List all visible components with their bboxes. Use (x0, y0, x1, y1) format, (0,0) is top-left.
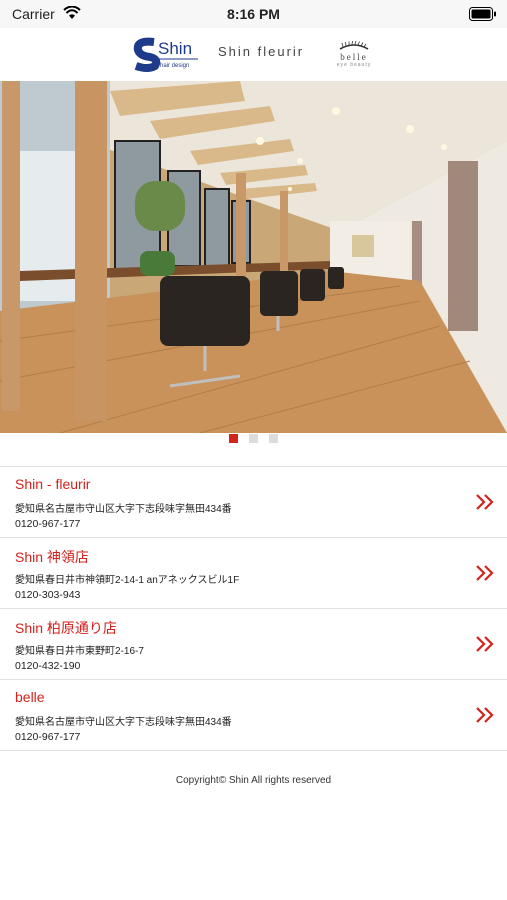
carousel-indicator (0, 434, 507, 444)
carousel-dot-2[interactable] (249, 434, 258, 443)
status-bar: Carrier 8:16 PM (0, 0, 507, 28)
salon-phone: 0120-303-943 (15, 589, 81, 601)
shin-fleurir-logo[interactable]: Shin fleurir (218, 44, 304, 59)
salon-name: belle (15, 689, 45, 705)
shin-logo-text: Shin (158, 39, 192, 58)
salon-list-item[interactable]: Shin 柏原通り店 愛知県春日井市東野町2-16-7 0120-432-190 (0, 608, 507, 679)
double-chevron-right-icon[interactable] (475, 564, 495, 582)
salon-interior-photo[interactable] (0, 81, 507, 433)
battery-icon (469, 7, 497, 26)
salon-name: Shin - fleurir (15, 476, 91, 492)
salon-list-item[interactable]: belle 愛知県名古屋市守山区大字下志段味字無田434番 0120-967-1… (0, 679, 507, 751)
copyright-footer: Copyright© Shin All rights reserved (175, 775, 332, 786)
salon-address: 愛知県春日井市東野町2-16-7 (15, 646, 144, 657)
belle-logo-subtext: eye beauty (336, 62, 372, 68)
salon-list-item[interactable]: Shin 神領店 愛知県春日井市神領町2-14-1 anアネックスビル1F 01… (0, 537, 507, 608)
app-header: Shin hair design Shin fleurir belle eye … (0, 28, 507, 80)
salon-address: 愛知県名古屋市守山区大字下志段味字無田434番 (15, 717, 232, 728)
salon-phone: 0120-967-177 (15, 518, 81, 530)
double-chevron-right-icon[interactable] (475, 635, 495, 653)
salon-list-item[interactable]: Shin - fleurir 愛知県名古屋市守山区大字下志段味字無田434番 0… (0, 466, 507, 537)
double-chevron-right-icon[interactable] (475, 706, 495, 724)
belle-logo-text: belle (340, 52, 368, 62)
double-chevron-right-icon[interactable] (475, 493, 495, 511)
carousel-dot-3[interactable] (269, 434, 278, 443)
shin-logo-subtext: hair design (160, 63, 189, 69)
eyelash-icon (339, 40, 369, 50)
salon-name: Shin 柏原通り店 (15, 620, 117, 636)
salon-name: Shin 神領店 (15, 549, 89, 565)
shin-logo[interactable]: Shin hair design (132, 36, 202, 72)
salon-list: Shin - fleurir 愛知県名古屋市守山区大字下志段味字無田434番 0… (0, 466, 507, 751)
salon-phone: 0120-967-177 (15, 731, 81, 743)
salon-address: 愛知県春日井市神領町2-14-1 anアネックスビル1F (15, 575, 240, 586)
salon-phone: 0120-432-190 (15, 660, 81, 672)
belle-logo[interactable]: belle eye beauty (334, 38, 374, 72)
clock: 8:16 PM (227, 6, 280, 22)
salon-address: 愛知県名古屋市守山区大字下志段味字無田434番 (15, 504, 232, 515)
carousel-dot-1[interactable] (229, 434, 238, 443)
